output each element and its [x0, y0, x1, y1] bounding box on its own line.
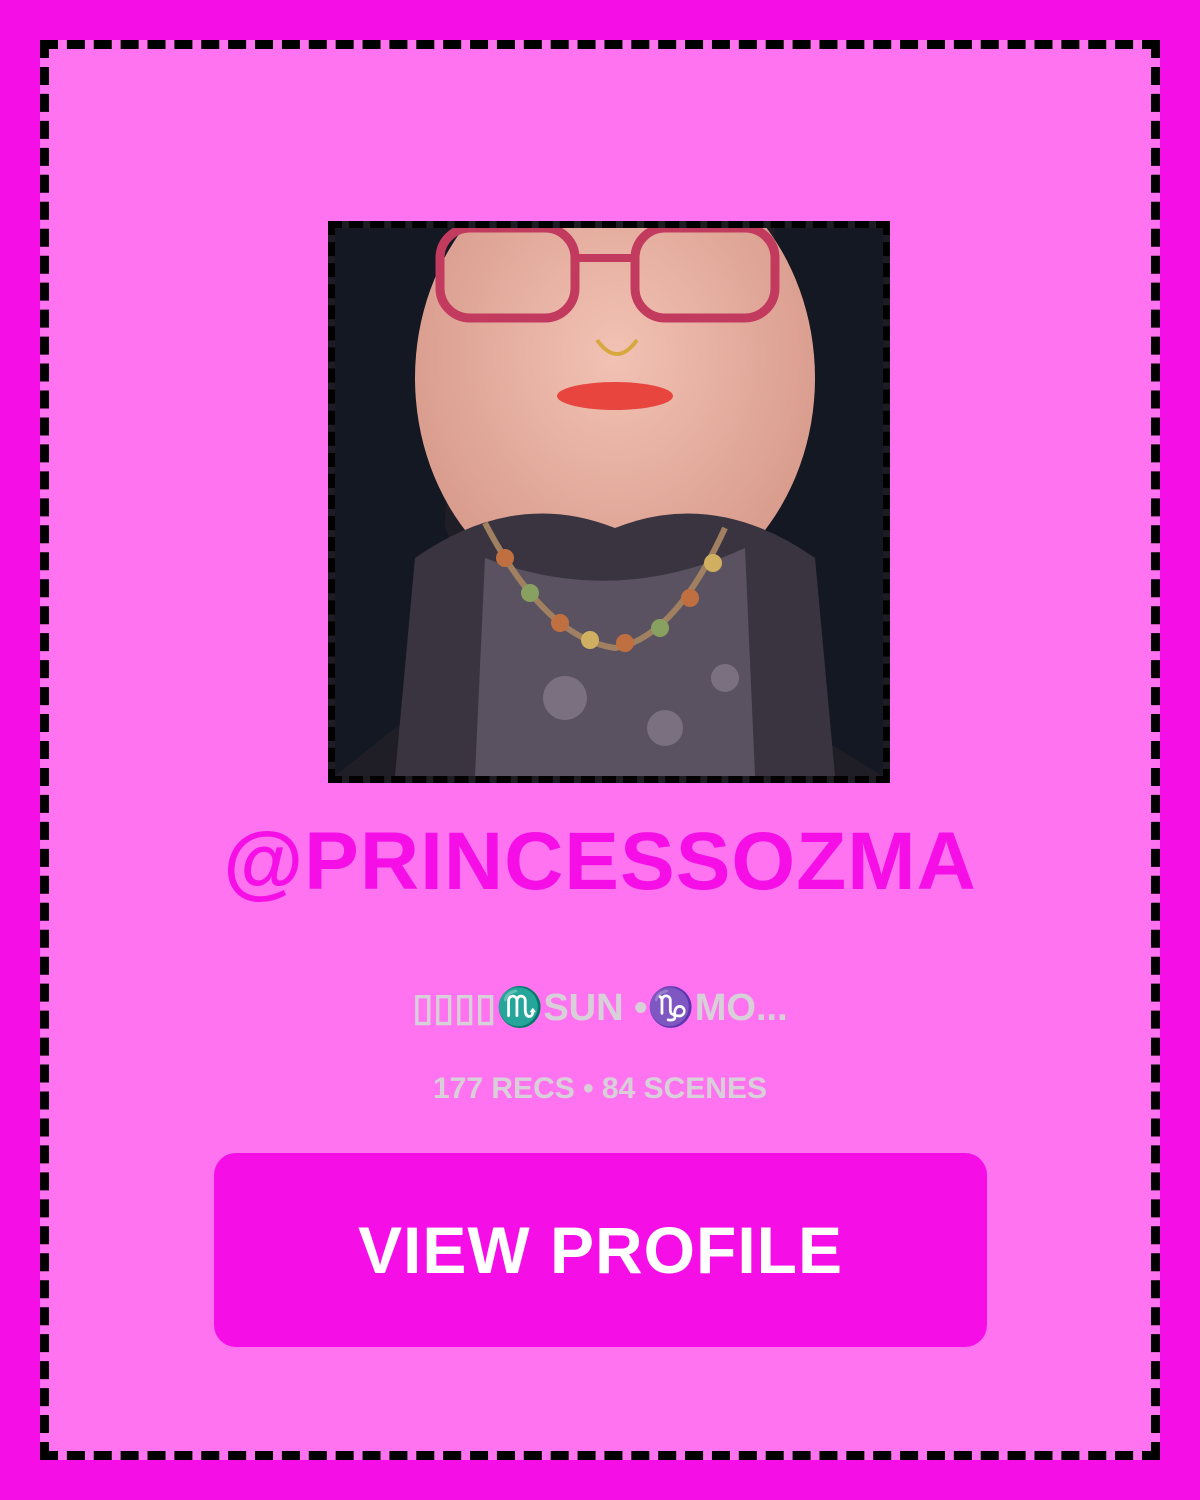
profile-stats: 177 RECS • 84 SCENES [433, 1072, 767, 1105]
profile-card: @PRINCESSOZMA ▯▯▯▯♏SUN •♑MO... 177 RECS … [40, 40, 1160, 1460]
username: @PRINCESSOZMA [223, 816, 977, 907]
profile-photo [335, 228, 883, 776]
view-profile-button[interactable]: VIEW PROFILE [214, 1153, 987, 1347]
bio-text: ▯▯▯▯♏SUN •♑MO... [412, 987, 788, 1029]
profile-photo-frame[interactable] [328, 221, 890, 783]
